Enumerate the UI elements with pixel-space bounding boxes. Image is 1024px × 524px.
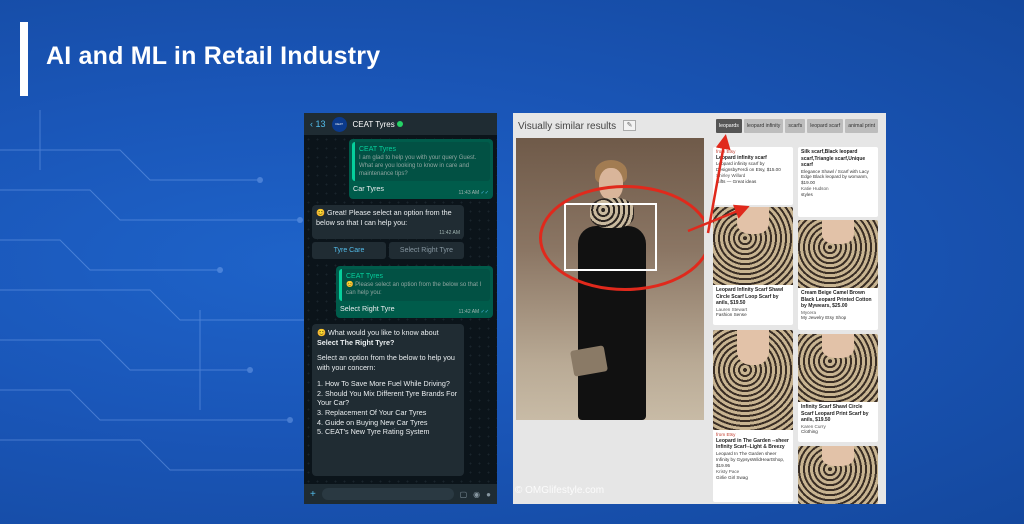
- avatar[interactable]: CEAT: [331, 116, 347, 132]
- chat-area: CEAT Tyres I am glad to help you with yo…: [304, 135, 497, 484]
- contact-label: CEAT Tyres: [352, 119, 395, 129]
- chat-header: ‹ 13 CEAT CEAT Tyres: [304, 113, 497, 135]
- title-accent-bar: [20, 22, 28, 96]
- message-input[interactable]: [321, 488, 454, 500]
- contact-name: CEAT Tyres: [353, 120, 403, 129]
- quote-title: CEAT Tyres: [346, 273, 383, 280]
- verified-icon: [396, 120, 403, 127]
- quote-title: CEAT Tyres: [359, 146, 396, 153]
- read-ticks-icon: ✓✓: [480, 190, 489, 197]
- message-bold: Select The Right Tyre?: [317, 337, 395, 347]
- camera-icon[interactable]: ◉: [473, 490, 480, 499]
- message-in-2: 😊 What would you like to know about Sele…: [312, 324, 464, 476]
- message-intro: 😊 What would you like to know about: [317, 328, 439, 337]
- quote-text: I am glad to help you with your query Gu…: [359, 155, 477, 177]
- sticker-icon[interactable]: ▢: [460, 490, 468, 499]
- time-label: 11:42 AM: [458, 309, 480, 316]
- circuit-pattern: [0, 110, 323, 473]
- quick-reply-select-right-tyre[interactable]: Select Right Tyre: [389, 242, 464, 259]
- plus-icon[interactable]: +: [310, 489, 316, 500]
- quote-text: 😊 Please select an option from the below…: [346, 282, 482, 296]
- message-prompt: Select an option from the below to help …: [317, 353, 455, 373]
- option-item: 4. Guide on Buying New Car Tyres: [317, 417, 428, 427]
- quick-reply-tyre-care[interactable]: Tyre Care: [312, 242, 386, 259]
- back-button[interactable]: ‹ 13: [310, 119, 326, 129]
- microphone-icon[interactable]: ●: [486, 490, 491, 499]
- quoted-message: CEAT Tyres I am glad to help you with yo…: [352, 142, 490, 182]
- time-label: 11:43 AM: [458, 190, 480, 197]
- message-in-1: 😊 Great! Please select an option from th…: [312, 205, 464, 239]
- visual-search-screenshot: Visually similar results ✎ leopards leop…: [513, 113, 886, 504]
- read-ticks-icon: ✓✓: [480, 309, 489, 316]
- chat-screenshot: ‹ 13 CEAT CEAT Tyres CEAT Tyres I am gla…: [304, 113, 497, 504]
- arrow-to-results: [687, 204, 750, 233]
- message-time: 11:42 AM ✓✓: [458, 309, 489, 316]
- page-title: AI and ML in Retail Industry: [46, 42, 381, 70]
- option-item: 1. How To Save More Fuel While Driving?: [317, 378, 450, 388]
- chat-input-bar: + ▢ ◉ ●: [304, 484, 497, 504]
- option-item: 3. Replacement Of Your Car Tyres: [317, 408, 427, 418]
- quoted-message: CEAT Tyres 😊 Please select an option fro…: [339, 269, 490, 301]
- message-time: 11:42 AM: [439, 230, 460, 237]
- message-time: 11:43 AM ✓✓: [458, 190, 489, 197]
- message-text: 😊 Great! Please select an option from th…: [316, 208, 452, 227]
- option-item: 5. CEAT's New Tyre Rating System: [317, 427, 430, 437]
- message-out-1: CEAT Tyres I am glad to help you with yo…: [349, 139, 493, 199]
- option-item: 2. Should You Mix Different Tyre Brands …: [317, 388, 457, 408]
- message-out-2: CEAT Tyres 😊 Please select an option fro…: [336, 266, 493, 318]
- arrows-overlay: [687, 134, 750, 234]
- back-count: 13: [315, 119, 326, 129]
- option-list: 1. How To Save More Fuel While Driving? …: [317, 379, 459, 437]
